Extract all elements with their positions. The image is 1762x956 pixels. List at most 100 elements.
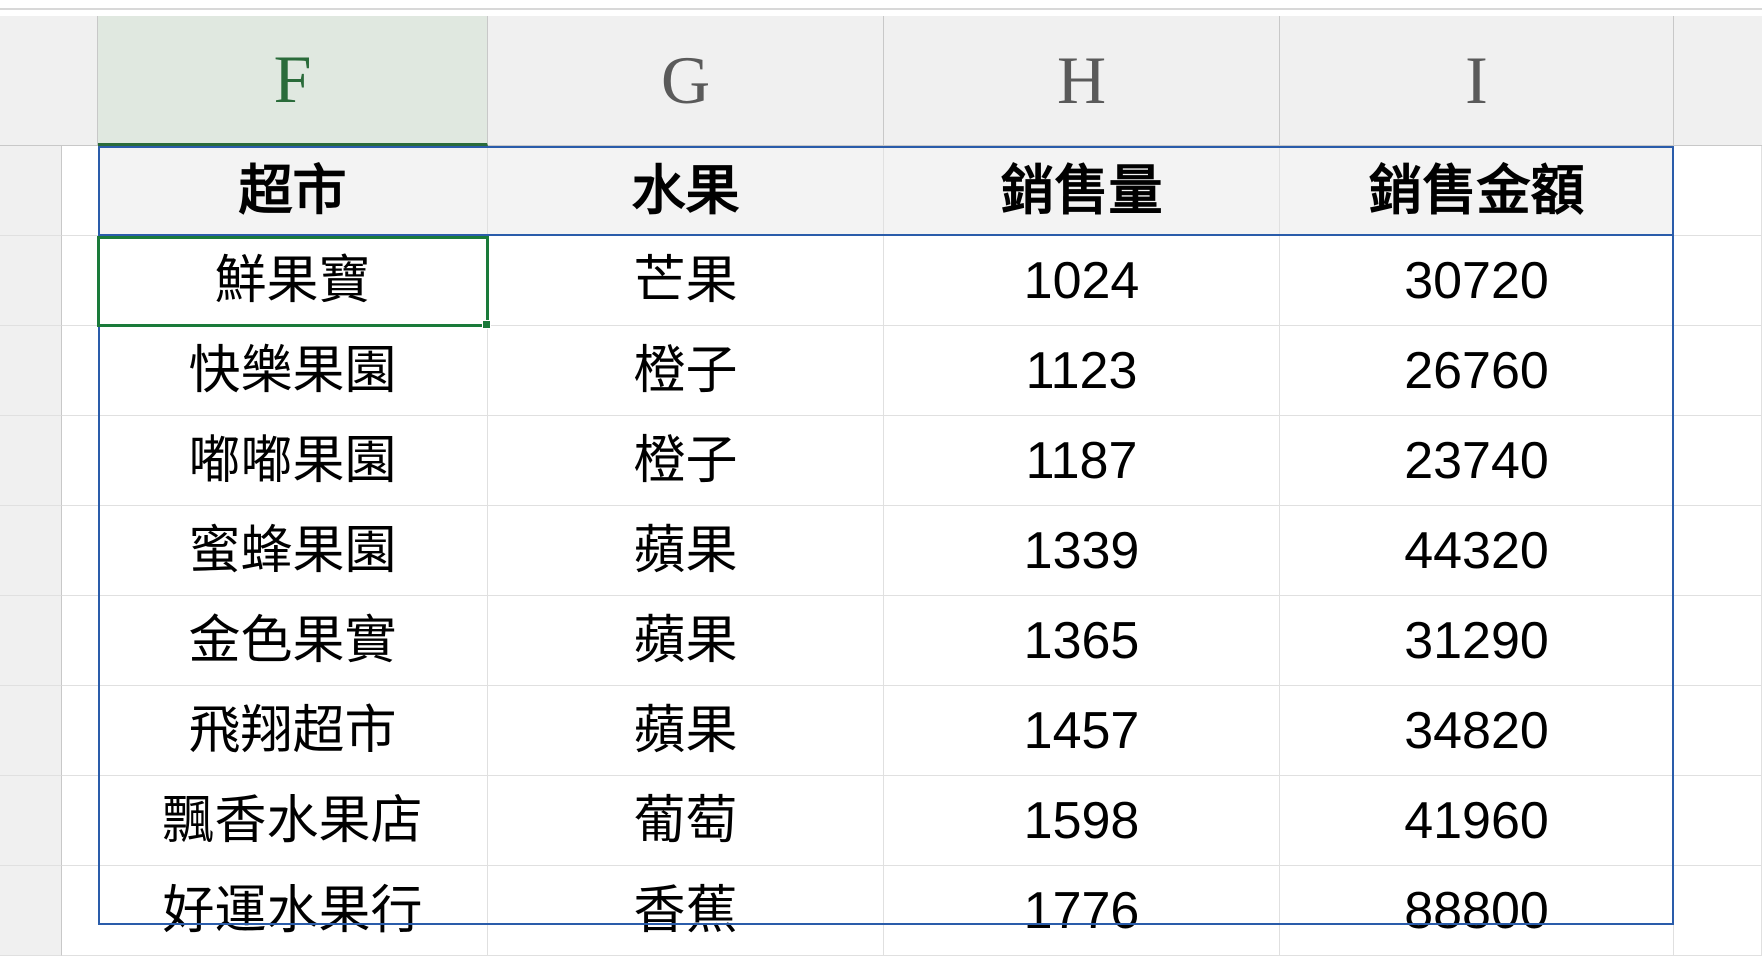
column-header-F[interactable]: F	[98, 16, 488, 146]
cell-J2[interactable]	[1674, 236, 1762, 326]
cell-H2[interactable]: 1024	[884, 236, 1280, 326]
table-row: 鮮果寶 芒果 1024 30720	[62, 236, 1762, 326]
top-divider	[0, 8, 1762, 10]
cell-H5[interactable]: 1339	[884, 506, 1280, 596]
cell-G2[interactable]: 芒果	[488, 236, 884, 326]
cell-F8[interactable]: 飄香水果店	[98, 776, 488, 866]
row-header-6[interactable]	[0, 596, 62, 686]
row-header-9[interactable]	[0, 866, 62, 956]
column-header-next[interactable]	[1674, 16, 1762, 146]
cell-text: 1187	[1026, 435, 1138, 487]
cell-text: 快樂果園	[188, 345, 396, 397]
cell-G5[interactable]: 蘋果	[488, 506, 884, 596]
cell-I2[interactable]: 30720	[1280, 236, 1674, 326]
cell-text: 1024	[1024, 255, 1140, 307]
cell-text: 34820	[1404, 705, 1549, 757]
cell-indent[interactable]	[62, 506, 98, 596]
cell-I7[interactable]: 34820	[1280, 686, 1674, 776]
cell-text: 1365	[1024, 615, 1140, 667]
cell-H4[interactable]: 1187	[884, 416, 1280, 506]
cell-H6[interactable]: 1365	[884, 596, 1280, 686]
column-label: I	[1465, 41, 1488, 120]
cell-I3[interactable]: 26760	[1280, 326, 1674, 416]
column-label: G	[661, 41, 710, 120]
header-label: 超市	[239, 164, 347, 218]
cell-text: 44320	[1404, 525, 1549, 577]
cell-indent[interactable]	[62, 686, 98, 776]
row-header-7[interactable]	[0, 686, 62, 776]
cell-I4[interactable]: 23740	[1280, 416, 1674, 506]
cell-F1[interactable]: 超市	[98, 146, 488, 236]
cell-G8[interactable]: 葡萄	[488, 776, 884, 866]
cell-indent[interactable]	[62, 776, 98, 866]
header-label: 銷售金額	[1369, 164, 1585, 218]
cell-G9[interactable]: 香蕉	[488, 866, 884, 956]
cell-G3[interactable]: 橙子	[488, 326, 884, 416]
cell-text: 1339	[1024, 525, 1140, 577]
cell-text: 蘋果	[633, 615, 737, 667]
column-header-I[interactable]: I	[1280, 16, 1674, 146]
row-header-4[interactable]	[0, 416, 62, 506]
cell-text: 1598	[1024, 795, 1140, 847]
cell-J9[interactable]	[1674, 866, 1762, 956]
cell-text: 蘋果	[633, 705, 737, 757]
cell-H8[interactable]: 1598	[884, 776, 1280, 866]
cell-I5[interactable]: 44320	[1280, 506, 1674, 596]
row-header-1[interactable]	[0, 146, 62, 236]
cell-text: 30720	[1404, 255, 1549, 307]
cell-F4[interactable]: 嘟嘟果園	[98, 416, 488, 506]
cell-I9[interactable]: 88800	[1280, 866, 1674, 956]
cell-H3[interactable]: 1123	[884, 326, 1280, 416]
cell-I8[interactable]: 41960	[1280, 776, 1674, 866]
cell-indent[interactable]	[62, 866, 98, 956]
cell-text: 88800	[1404, 885, 1549, 937]
cell-F3[interactable]: 快樂果園	[98, 326, 488, 416]
select-all-corner[interactable]	[0, 16, 98, 146]
cell-I1[interactable]: 銷售金額	[1280, 146, 1674, 236]
cell-J4[interactable]	[1674, 416, 1762, 506]
column-headers-row: F G H I	[0, 16, 1762, 146]
cell-F2[interactable]: 鮮果寶	[98, 236, 488, 326]
cell-text: 金色果實	[188, 615, 396, 667]
cell-indent[interactable]	[62, 596, 98, 686]
cell-G1[interactable]: 水果	[488, 146, 884, 236]
row-header-8[interactable]	[0, 776, 62, 866]
cell-F9[interactable]: 好運水果行	[98, 866, 488, 956]
cell-F5[interactable]: 蜜蜂果園	[98, 506, 488, 596]
row-header-5[interactable]	[0, 506, 62, 596]
table-row: 快樂果園 橙子 1123 26760	[62, 326, 1762, 416]
column-header-H[interactable]: H	[884, 16, 1280, 146]
row-header-3[interactable]	[0, 326, 62, 416]
cell-indent[interactable]	[62, 416, 98, 506]
cell-J6[interactable]	[1674, 596, 1762, 686]
cell-text: 蜜蜂果園	[188, 525, 396, 577]
cell-J3[interactable]	[1674, 326, 1762, 416]
cell-text: 葡萄	[633, 795, 737, 847]
cell-J7[interactable]	[1674, 686, 1762, 776]
table-header-row: 超市 水果 銷售量 銷售金額	[62, 146, 1762, 236]
column-label: H	[1057, 41, 1106, 120]
cell-F7[interactable]: 飛翔超市	[98, 686, 488, 776]
cell-text: 芒果	[633, 255, 737, 307]
cell-H9[interactable]: 1776	[884, 866, 1280, 956]
cell-text: 1457	[1024, 705, 1140, 757]
cell-J8[interactable]	[1674, 776, 1762, 866]
column-header-G[interactable]: G	[488, 16, 884, 146]
table-row: 飄香水果店 葡萄 1598 41960	[62, 776, 1762, 866]
row-header-2[interactable]	[0, 236, 62, 326]
cell-H7[interactable]: 1457	[884, 686, 1280, 776]
table-row: 金色果實 蘋果 1365 31290	[62, 596, 1762, 686]
cell-J1[interactable]	[1674, 146, 1762, 236]
cell-G6[interactable]: 蘋果	[488, 596, 884, 686]
cell-H1[interactable]: 銷售量	[884, 146, 1280, 236]
cell-G7[interactable]: 蘋果	[488, 686, 884, 776]
cell-indent[interactable]	[62, 236, 98, 326]
cell-F6[interactable]: 金色果實	[98, 596, 488, 686]
cell-indent[interactable]	[62, 326, 98, 416]
cell-J5[interactable]	[1674, 506, 1762, 596]
cell-G4[interactable]: 橙子	[488, 416, 884, 506]
cell-I6[interactable]: 31290	[1280, 596, 1674, 686]
cell-indent[interactable]	[62, 146, 98, 236]
cell-text: 1776	[1024, 885, 1140, 937]
header-label: 水果	[632, 164, 740, 218]
